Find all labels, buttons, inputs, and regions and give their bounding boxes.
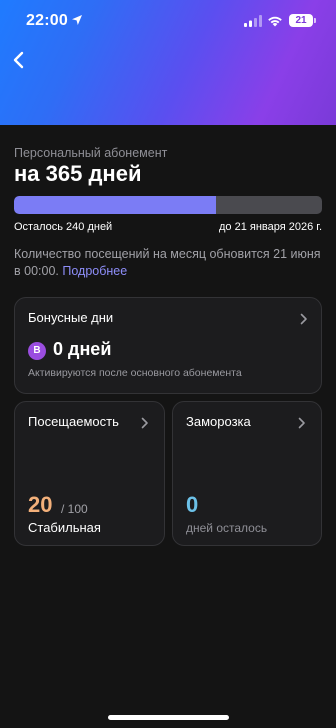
battery-tip <box>314 18 316 23</box>
chevron-left-icon <box>13 51 24 69</box>
bonus-days-title: Бонусные дни <box>28 310 114 325</box>
expiry-date: до 21 января 2026 г. <box>218 221 322 233</box>
bonus-days-card[interactable]: Бонусные дни B 0 дней Активируются после… <box>14 297 322 394</box>
signal-icon <box>244 15 262 27</box>
visits-renewal-text: Количество посещений на месяц обновится … <box>14 247 321 278</box>
attendance-card[interactable]: Посещаемость 20 / 100 Стабильная <box>14 401 165 546</box>
battery-icon: 21 <box>289 14 313 27</box>
wifi-icon <box>268 16 282 27</box>
status-bar: 22:00 21 <box>0 0 336 44</box>
attendance-max: / 100 <box>61 502 88 516</box>
membership-subtitle: Персональный абонемент <box>14 146 168 160</box>
chevron-right-icon <box>298 417 305 429</box>
freeze-days-value: 0 <box>186 492 199 517</box>
freeze-title: Заморозка <box>186 414 251 429</box>
bonus-days-hint: Активируются после основного абонемента <box>28 367 242 379</box>
attendance-status: Стабильная <box>28 520 101 535</box>
membership-title: на 365 дней <box>14 161 142 186</box>
chevron-right-icon <box>141 417 148 429</box>
attendance-value: 20 <box>28 492 53 517</box>
freeze-card[interactable]: Заморозка 0 дней осталось <box>172 401 322 546</box>
more-info-link[interactable]: Подробнее <box>62 264 127 278</box>
chevron-right-icon <box>300 313 307 325</box>
back-button[interactable] <box>9 48 29 72</box>
membership-progress-fill <box>14 196 216 214</box>
visits-renewal-note: Количество посещений на месяц обновится … <box>14 246 324 280</box>
bonus-days-value: 0 дней <box>53 339 112 359</box>
home-indicator[interactable] <box>108 715 229 720</box>
freeze-days-label: дней осталось <box>186 521 268 535</box>
location-arrow-icon <box>72 15 82 25</box>
attendance-title: Посещаемость <box>28 414 119 429</box>
bonus-badge-icon: B <box>28 342 46 360</box>
status-time: 22:00 <box>26 12 68 29</box>
membership-progress-bar <box>14 196 322 214</box>
days-remaining: Осталось 240 дней <box>14 221 113 233</box>
